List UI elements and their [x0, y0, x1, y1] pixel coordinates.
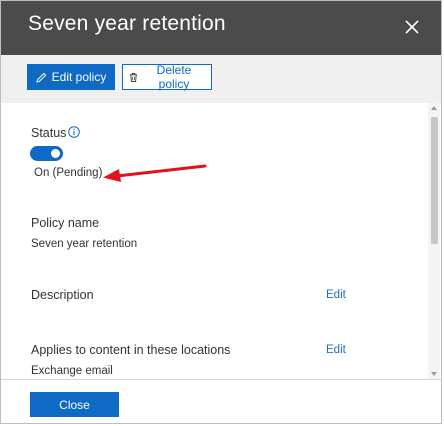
trash-icon: [129, 72, 138, 82]
locations-value: Exchange email: [31, 365, 113, 377]
description-label: Description: [31, 288, 94, 302]
panel-header: Seven year retention: [1, 1, 441, 55]
retention-policy-panel: Seven year retention Edit policy Delete …: [0, 0, 442, 424]
pencil-icon: [35, 72, 46, 83]
close-icon[interactable]: [403, 18, 421, 36]
delete-policy-label: Delete policy: [156, 63, 192, 91]
close-button[interactable]: Close: [30, 392, 119, 417]
edit-policy-button[interactable]: Edit policy: [27, 64, 115, 90]
policy-name-label: Policy name: [31, 216, 100, 230]
annotation-arrow: [103, 164, 207, 182]
policy-name-value: Seven year retention: [31, 238, 138, 250]
delete-policy-button[interactable]: Delete policy: [122, 63, 212, 91]
scroll-down-icon[interactable]: [431, 372, 437, 376]
locations-label: Applies to content in these locations: [31, 343, 231, 357]
edit-policy-label: Edit policy: [51, 70, 107, 84]
vertical-scrollbar[interactable]: [428, 103, 440, 379]
toggle-knob: [51, 149, 60, 158]
details-scroll-area[interactable]: Status On (Pending) Policy name Seven ye…: [1, 103, 441, 379]
status-label: Status: [31, 126, 67, 140]
status-value: On (Pending): [34, 167, 103, 179]
info-icon[interactable]: [68, 126, 80, 138]
command-bar: Edit policy Delete policy: [1, 55, 441, 103]
locations-edit-link[interactable]: Edit: [326, 344, 346, 356]
panel-title: Seven year retention: [28, 12, 226, 35]
footer-divider: [1, 379, 441, 380]
description-edit-link[interactable]: Edit: [326, 289, 346, 301]
scrollbar-thumb[interactable]: [431, 117, 438, 244]
status-toggle[interactable]: [30, 146, 63, 161]
scroll-up-icon[interactable]: [431, 106, 437, 110]
